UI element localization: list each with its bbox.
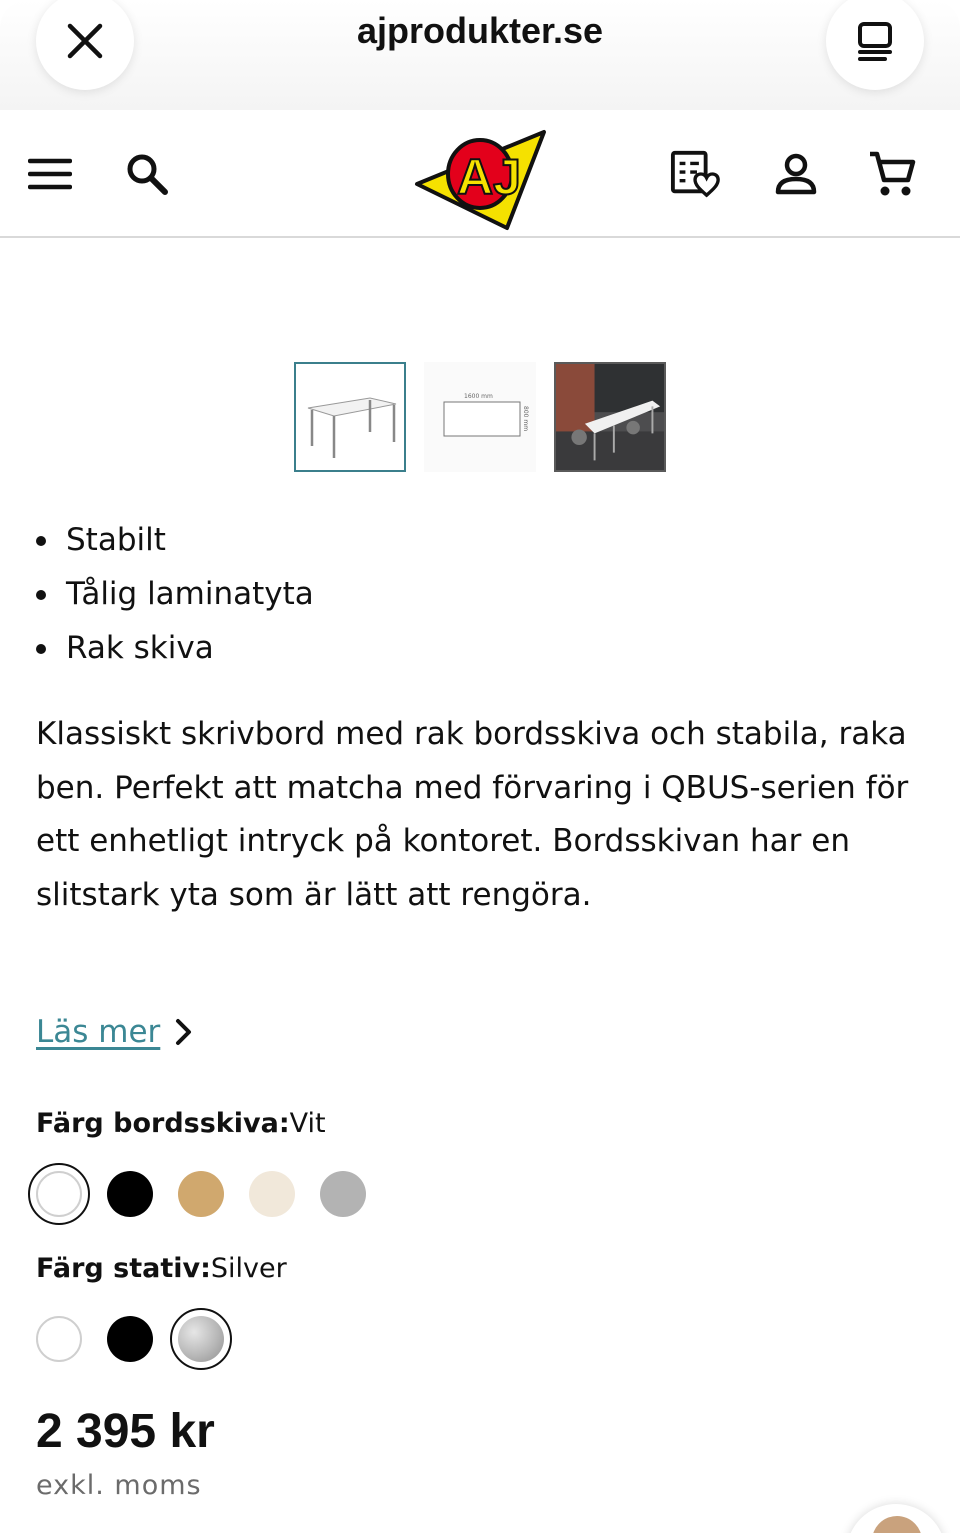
tabletop-swatch[interactable] (28, 1163, 90, 1225)
chat-support-avatar[interactable] (846, 1504, 946, 1533)
svg-text:1600 mm: 1600 mm (464, 393, 493, 400)
product-price: 2 395 kr (36, 1405, 215, 1458)
thumbnail-product-photo[interactable] (294, 362, 406, 472)
product-thumbnails: 1600 mm 800 mm (294, 362, 666, 472)
frame-swatch[interactable] (28, 1308, 90, 1370)
thumbnail-dimension-drawing[interactable]: 1600 mm 800 mm (424, 362, 536, 472)
wishlist-icon (670, 150, 720, 198)
aj-logo[interactable]: AJ (412, 122, 552, 232)
cart-button[interactable] (866, 148, 918, 200)
tabletop-color-value: Vit (289, 1108, 326, 1139)
tabs-icon (858, 22, 892, 61)
feature-item: Rak skiva (36, 621, 314, 675)
frame-color-label: Färg stativ:Silver (36, 1253, 287, 1284)
chevron-right-icon (176, 1019, 192, 1045)
frame-swatch[interactable] (99, 1308, 161, 1370)
frame-swatch[interactable] (170, 1308, 232, 1370)
search-icon (127, 154, 168, 195)
read-more-label[interactable]: Läs mer (36, 1014, 160, 1050)
product-description: Klassiskt skrivbord med rak bordsskiva o… (36, 716, 909, 913)
browser-toolbar: ajprodukter.se (0, 0, 960, 110)
feature-item: Stabilt (36, 513, 314, 567)
tabletop-swatch[interactable] (170, 1163, 232, 1225)
tabs-button[interactable] (826, 0, 924, 90)
frame-color-swatches (28, 1308, 241, 1370)
frame-color-value: Silver (210, 1253, 287, 1284)
site-header: AJ (0, 110, 960, 238)
feature-list: Stabilt Tålig laminatyta Rak skiva (36, 513, 314, 675)
thumbnail-room-photo[interactable] (554, 362, 666, 472)
tabletop-swatch[interactable] (99, 1163, 161, 1225)
read-more-link[interactable]: Läs mer (36, 1014, 194, 1050)
search-button[interactable] (121, 148, 173, 200)
hamburger-menu-icon (28, 158, 72, 190)
dimension-drawing-image: 1600 mm 800 mm (443, 393, 529, 437)
room-image (556, 364, 664, 470)
account-icon (775, 153, 817, 195)
desk-image (307, 397, 397, 458)
wishlist-button[interactable] (670, 148, 722, 200)
tabletop-color-label: Färg bordsskiva:Vit (36, 1108, 326, 1139)
avatar (872, 1516, 922, 1533)
browser-url[interactable]: ajprodukter.se (0, 10, 960, 52)
hamburger-menu-button[interactable] (24, 148, 76, 200)
account-button[interactable] (770, 148, 822, 200)
svg-text:800 mm: 800 mm (522, 406, 529, 431)
tabletop-swatch[interactable] (312, 1163, 374, 1225)
cart-icon (870, 151, 916, 196)
logo-text: AJ (457, 149, 521, 205)
feature-item: Tålig laminatyta (36, 567, 314, 621)
tabletop-color-swatches (28, 1163, 383, 1225)
price-vat-note: exkl. moms (36, 1470, 202, 1501)
tabletop-swatch[interactable] (241, 1163, 303, 1225)
